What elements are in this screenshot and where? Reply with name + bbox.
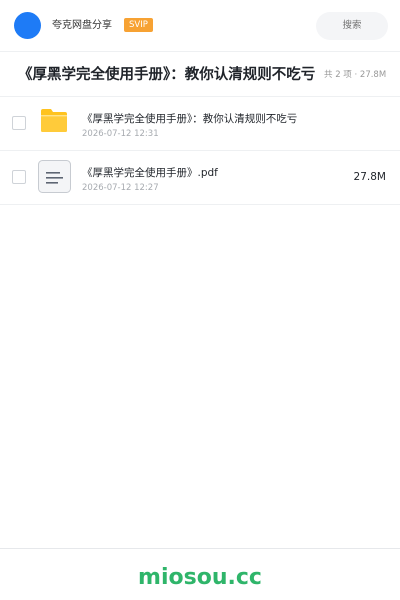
folder-icon — [41, 109, 67, 132]
select-checkbox[interactable] — [12, 116, 26, 130]
file-row-document[interactable]: 《厚黑学完全使用手册》.pdf 2026-07-12 12:27 27.8M — [0, 151, 400, 205]
footer-watermark[interactable]: miosou.cc — [0, 564, 400, 592]
brand-name: 夸克网盘分享 — [52, 20, 112, 31]
share-page: 夸克网盘分享 SVIP 《厚黑学完全使用手册》：教你认清规则不吃亏 共 2 项 … — [0, 0, 400, 600]
svip-badge: SVIP — [124, 18, 153, 32]
avatar[interactable] — [14, 12, 41, 39]
file-date: 2026-07-12 12:31 — [82, 129, 159, 139]
file-size: 27.8M — [353, 171, 386, 183]
search-input[interactable] — [316, 12, 388, 40]
select-checkbox[interactable] — [12, 170, 26, 184]
footer: miosou.cc — [0, 548, 400, 600]
top-header: 夸克网盘分享 SVIP — [0, 0, 400, 52]
file-date: 2026-07-12 12:27 — [82, 183, 159, 193]
share-summary: 共 2 项 · 27.8M — [324, 70, 387, 80]
file-row-folder[interactable]: 《厚黑学完全使用手册》：教你认清规则不吃亏 2026-07-12 12:31 — [0, 97, 400, 151]
share-title-bar: 《厚黑学完全使用手册》：教你认清规则不吃亏 共 2 项 · 27.8M — [0, 52, 400, 97]
file-name[interactable]: 《厚黑学完全使用手册》：教你认清规则不吃亏 — [82, 112, 297, 126]
file-name[interactable]: 《厚黑学完全使用手册》.pdf — [82, 166, 218, 180]
document-icon — [38, 160, 71, 193]
page-title: 《厚黑学完全使用手册》：教你认清规则不吃亏 — [18, 67, 316, 83]
